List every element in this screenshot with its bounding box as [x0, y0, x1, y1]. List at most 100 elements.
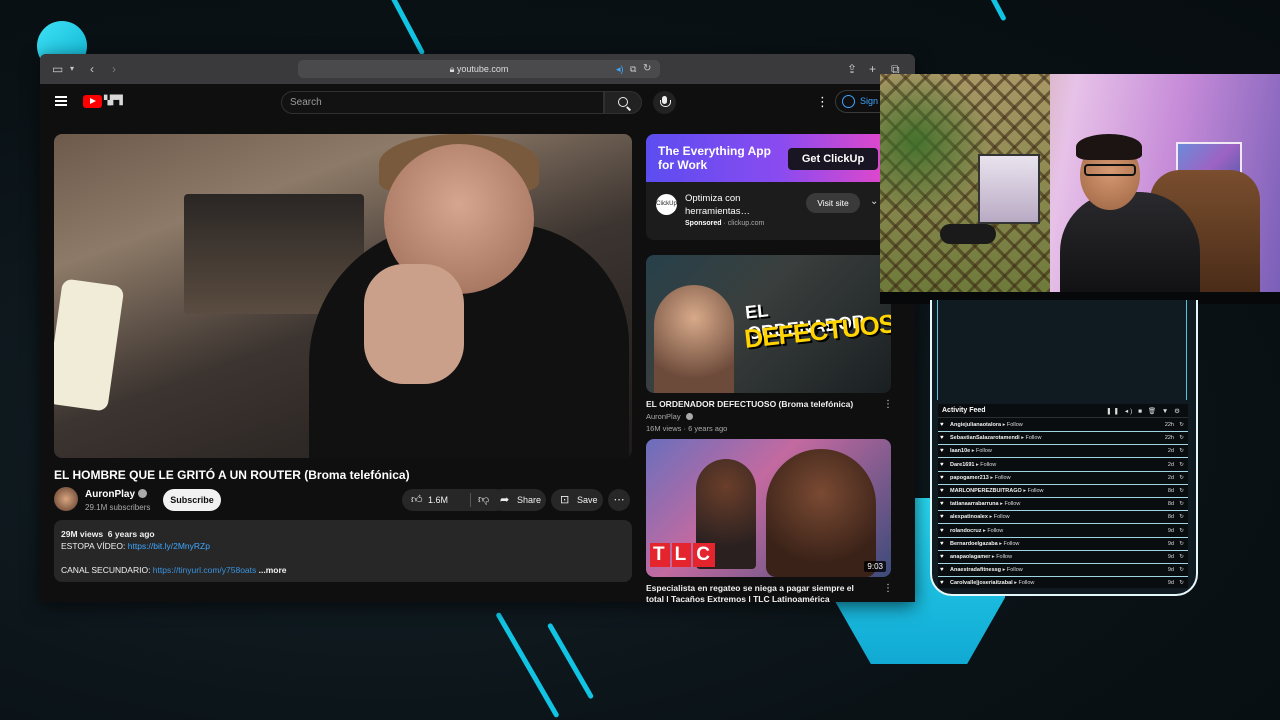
upload-age: 6 years ago	[688, 424, 728, 433]
share-icon[interactable]: ⇪	[847, 62, 857, 76]
list-item[interactable]: ♥ laan10e ▸ Follow 2d ↻	[938, 445, 1188, 459]
replay-icon[interactable]: ↻	[1179, 419, 1184, 431]
streamer-glasses	[1084, 164, 1136, 176]
replay-icon[interactable]: ↻	[1179, 538, 1184, 550]
list-item[interactable]: ♥ anapaolagamer ▸ Follow 9d ↻	[938, 551, 1188, 564]
replay-icon[interactable]: ↻	[1179, 551, 1184, 563]
list-item[interactable]: ♥ Angiejulianaotalora ▸ Follow 22h ↻	[938, 419, 1188, 432]
channel-name[interactable]: AuronPlay	[85, 489, 148, 500]
thumbs-down-icon[interactable]: 👎︎	[478, 493, 489, 507]
event-label: Follow	[976, 448, 992, 455]
chevron-down-icon[interactable]: ▾	[70, 62, 74, 76]
settings-menu-button[interactable]: ⋮	[816, 95, 829, 108]
upload-age: 6 years ago	[107, 529, 155, 539]
event-time: 2d	[1167, 461, 1174, 468]
follower-entry: tatianaarrabarruna ▸ Follow	[950, 498, 1020, 510]
video-player[interactable]	[54, 134, 632, 458]
replay-icon[interactable]: ↻	[1179, 564, 1184, 576]
search-input[interactable]: Search	[281, 91, 604, 114]
ad-card[interactable]: The Everything App for Work Get ClickUp C…	[646, 134, 891, 240]
event-type: ▸ Follow	[990, 554, 1013, 560]
list-item[interactable]: ♥ Carolvalle|joseriaitzabal ▸ Follow 9d ↻	[938, 577, 1188, 588]
follower-name: Dare1691	[950, 461, 975, 468]
recommendation-thumbnail[interactable]: TLC 9:03	[646, 439, 891, 577]
translate-icon[interactable]: ⧉	[630, 62, 636, 76]
follower-entry: Angiejulianaotalora ▸ Follow	[950, 419, 1023, 431]
more-link[interactable]: ...more	[259, 565, 287, 575]
event-type: ▸ Follow	[1001, 567, 1023, 574]
follower-entry: laan10e ▸ Follow	[950, 445, 992, 457]
back-icon[interactable]: ‹	[90, 62, 94, 76]
list-item[interactable]: ♥ papogamer213 ▸ Follow 2d ↻	[938, 472, 1188, 485]
recommendation-title[interactable]: EL ORDENADOR DEFECTUOSO (Broma telefónic…	[646, 399, 871, 410]
verified-icon	[685, 413, 693, 420]
recommendation-title[interactable]: Especialista en regateo se niega a pagar…	[646, 583, 871, 602]
replay-icon[interactable]: ↻	[1179, 485, 1184, 497]
replay-icon[interactable]: ↻	[1179, 459, 1184, 471]
replay-icon[interactable]: ↻	[1179, 498, 1184, 510]
replay-icon[interactable]: ↻	[1179, 577, 1184, 588]
ad-cta-button[interactable]: Get ClickUp	[788, 148, 878, 170]
share-button[interactable]: ➦ Share	[491, 489, 546, 511]
description-link[interactable]: https://tinyurl.com/y758oats	[153, 565, 256, 575]
event-label: Follow	[994, 474, 1011, 481]
follower-name: Bernardoelgazaba	[950, 540, 998, 547]
view-count: 16M views	[646, 424, 682, 433]
activity-feed-controls[interactable]: ❚❚ ◂) ■ 🗑 ▼ ⚙	[1106, 407, 1182, 415]
voice-search-button[interactable]	[653, 91, 676, 114]
event-label: Follow	[1006, 567, 1023, 574]
replay-icon[interactable]: ↻	[1179, 511, 1184, 523]
list-item[interactable]: ♥ rolandocruz ▸ Follow 9d ↻	[938, 525, 1188, 538]
subscribe-button[interactable]: Subscribe	[163, 489, 221, 511]
list-item[interactable]: ♥ MARLONPEREZBUITRAGO ▸ Follow 8d ↻	[938, 485, 1188, 498]
event-type: ▸ Follow	[970, 448, 992, 455]
thumbs-up-icon: 👍︎	[411, 494, 423, 506]
replay-icon[interactable]: ↻	[1179, 472, 1184, 484]
replay-icon[interactable]: ↻	[1179, 525, 1184, 537]
description-box[interactable]: 29M views 6 years ago ESTOPA VÍDEO: http…	[54, 520, 632, 582]
recommendation-thumbnail[interactable]: EL ORDENADOR DEFECTUOSO	[646, 255, 891, 393]
ad-headline-line: The Everything App	[658, 144, 771, 158]
event-time: 22h	[1164, 435, 1174, 442]
event-time: 8d	[1167, 514, 1174, 521]
list-item[interactable]: ♥ Dare1691 ▸ Follow 2d ↻	[938, 459, 1188, 472]
lock-icon: 🔒︎	[449, 64, 455, 74]
list-item[interactable]: ♥ SebastianSalazarotamendi ▸ Follow 22h ↻	[938, 432, 1188, 446]
youtube-logo-icon[interactable]	[83, 95, 102, 108]
list-item[interactable]: ♥ alexpatinoalex ▸ Follow 8d ↻	[938, 511, 1188, 525]
replay-icon[interactable]: ↻	[1179, 445, 1184, 457]
sidebar-icon[interactable]: ▭	[52, 62, 63, 76]
ad-text: Optimiza con herramientas…	[685, 193, 750, 217]
new-tab-icon[interactable]: +	[869, 62, 876, 76]
list-item[interactable]: ♥ tatianaarrabarruna ▸ Follow 8d ↻	[938, 498, 1188, 512]
search-button[interactable]	[604, 91, 642, 114]
forward-icon[interactable]: ›	[112, 62, 116, 76]
share-label: Share	[517, 495, 542, 505]
audio-icon[interactable]: ◂)	[616, 62, 624, 76]
event-time: 2d	[1167, 448, 1174, 455]
visit-site-button[interactable]: Visit site	[806, 193, 860, 213]
monitor	[978, 154, 1040, 224]
replay-icon[interactable]: ↻	[1179, 432, 1184, 444]
reload-icon[interactable]: ↻	[643, 62, 651, 76]
description-link[interactable]: https://bit.ly/2MnyRZp	[128, 541, 210, 551]
recommendation-meta: 16M views · 6 years ago	[646, 424, 728, 433]
more-actions-button[interactable]: ⋯	[608, 489, 630, 511]
menu-icon[interactable]	[55, 96, 67, 106]
youtube-doodle[interactable]: ▚▛▜	[104, 95, 123, 106]
recommendation-menu-button[interactable]: ⋮	[883, 583, 893, 594]
event-label: Follow	[1004, 501, 1021, 508]
address-bar[interactable]: 🔒︎ youtube.com	[298, 60, 660, 78]
list-item[interactable]: ♥ Bernardoelgazaba ▸ Follow 9d ↻	[938, 538, 1188, 551]
follower-entry: Bernardoelgazaba ▸ Follow	[950, 538, 1019, 550]
ad-headline: The Everything App for Work	[658, 144, 771, 172]
avatar[interactable]	[54, 487, 78, 511]
ad-banner[interactable]: The Everything App for Work Get ClickUp	[646, 134, 891, 182]
recommendation-menu-button[interactable]: ⋮	[883, 399, 893, 410]
save-button[interactable]: ⊡ Save	[551, 489, 603, 511]
event-label: Follow	[1006, 422, 1023, 428]
list-item[interactable]: ♥ Anaestradafitnessg ▸ Follow 9d ↻	[938, 564, 1188, 578]
chevron-down-icon[interactable]: ⌄	[870, 196, 878, 207]
streamer-body	[1060, 192, 1200, 292]
follower-entry: rolandocruz ▸ Follow	[950, 525, 1003, 537]
